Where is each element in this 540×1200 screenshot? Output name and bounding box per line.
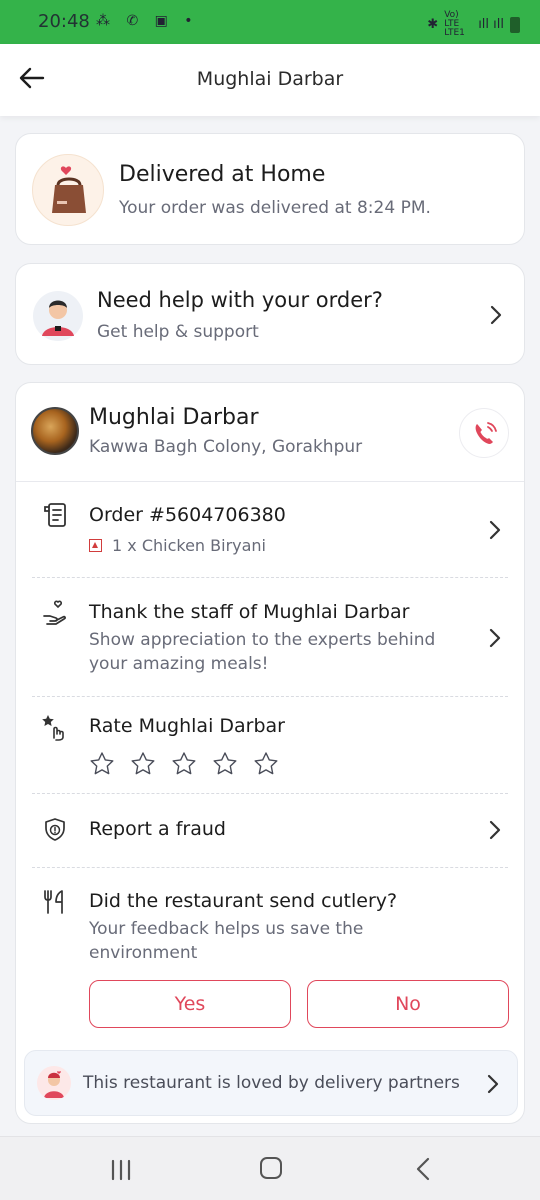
chevron-right-icon <box>490 305 502 325</box>
order-items: 1 x Chicken Biryani <box>89 534 469 558</box>
restaurant-location: Kawwa Bagh Colony, Gorakhpur <box>89 437 363 457</box>
star-tap-icon <box>42 715 64 741</box>
star-outline-icon[interactable] <box>212 751 238 777</box>
rating-stars <box>89 751 279 777</box>
help-card[interactable]: Need help with your order? Get help & su… <box>15 263 525 365</box>
star-outline-icon[interactable] <box>89 751 115 777</box>
star-outline-icon[interactable] <box>130 751 156 777</box>
chevron-right-icon <box>489 628 501 648</box>
divider <box>32 793 508 794</box>
report-fraud-label: Report a fraud <box>89 818 226 840</box>
notification-icons: ⁂ ✆ ▣ • <box>96 13 199 29</box>
delivery-status-card: Delivered at Home Your order was deliver… <box>15 133 525 245</box>
support-agent-icon <box>33 291 83 341</box>
top-header: Mughlai Darbar <box>0 44 540 116</box>
chevron-right-icon <box>489 820 501 840</box>
phone-icon <box>475 422 497 444</box>
non-veg-icon <box>89 539 102 552</box>
call-restaurant-button[interactable] <box>459 408 509 458</box>
divider <box>32 696 508 697</box>
signal-icon: ıll ıll <box>478 17 504 32</box>
restaurant-avatar <box>31 407 79 455</box>
order-number: Order #5604706380 <box>89 504 286 526</box>
receipt-icon <box>44 503 66 527</box>
bluetooth-icon: ✱ <box>427 17 439 32</box>
divider <box>32 577 508 578</box>
cutlery-no-button[interactable]: No <box>307 980 509 1028</box>
cutlery-yes-button[interactable]: Yes <box>89 980 291 1028</box>
battery-icon <box>510 16 520 33</box>
help-title: Need help with your order? <box>97 288 383 312</box>
status-bar: 20:48 ⁂ ✆ ▣ • ✱ Vo) LTE LTE1 ıll ıll <box>0 0 540 44</box>
system-icons: ✱ Vo) LTE LTE1 ıll ıll <box>427 11 520 38</box>
loved-by-partners-text: This restaurant is loved by delivery par… <box>83 1073 460 1093</box>
home-icon[interactable] <box>260 1157 282 1179</box>
divider <box>32 867 508 868</box>
restaurant-name: Mughlai Darbar <box>89 405 259 430</box>
chevron-right-icon <box>487 1074 499 1094</box>
back-icon[interactable] <box>414 1157 432 1181</box>
star-outline-icon[interactable] <box>171 751 197 777</box>
thank-title: Thank the staff of Mughlai Darbar <box>89 601 410 623</box>
cutlery-question: Did the restaurant send cutlery? <box>89 890 398 912</box>
food-bag-icon <box>32 154 104 226</box>
divider <box>16 481 524 482</box>
recent-apps-icon[interactable] <box>108 1159 134 1181</box>
cutlery-icon <box>44 890 63 914</box>
page-title: Mughlai Darbar <box>196 68 344 90</box>
help-subtitle: Get help & support <box>97 322 259 342</box>
system-nav-bar <box>0 1136 540 1200</box>
heart-hand-icon <box>43 600 66 625</box>
order-details-card: Mughlai Darbar Kawwa Bagh Colony, Gorakh… <box>15 382 525 1124</box>
loved-by-partners-banner[interactable]: This restaurant is loved by delivery par… <box>24 1050 518 1116</box>
delivery-title: Delivered at Home <box>119 162 326 187</box>
thank-subtitle: Show appreciation to the experts behind … <box>89 630 436 674</box>
delivery-subtitle: Your order was delivered at 8:24 PM. <box>119 198 431 218</box>
status-time: 20:48 <box>38 11 90 32</box>
chevron-right-icon <box>489 520 501 540</box>
network-label: Vo) LTE LTE1 <box>444 10 465 38</box>
rate-title: Rate Mughlai Darbar <box>89 715 285 737</box>
cutlery-subtitle: Your feedback helps us save the environm… <box>89 919 364 963</box>
star-outline-icon[interactable] <box>253 751 279 777</box>
shield-icon <box>45 818 65 841</box>
delivery-partner-icon <box>37 1066 71 1100</box>
